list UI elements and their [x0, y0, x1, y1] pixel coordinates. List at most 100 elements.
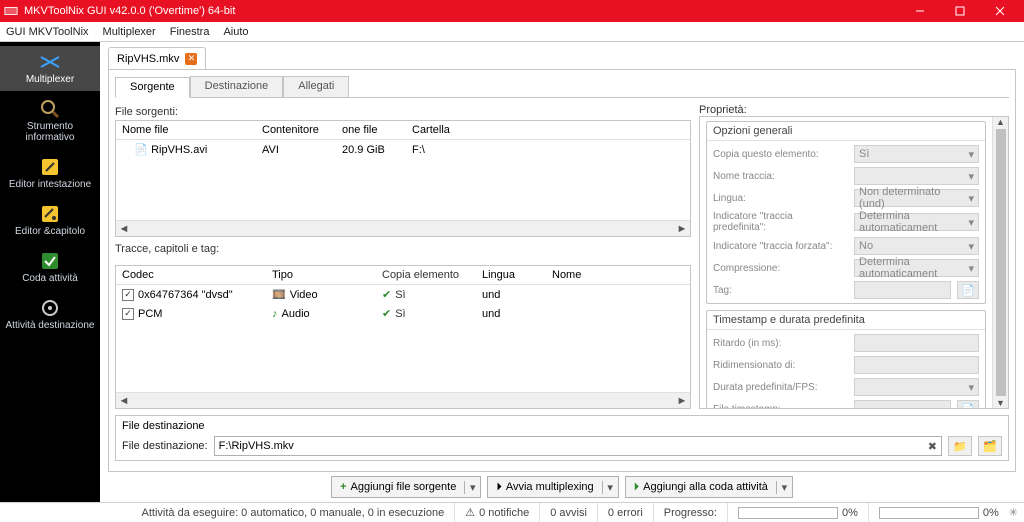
check-icon: ✔: [382, 307, 391, 320]
clear-icon[interactable]: ✖: [928, 440, 937, 453]
status-warn: 0 avvisi: [550, 507, 587, 519]
group-general: Opzioni generali: [707, 122, 985, 141]
scroll-left-icon[interactable]: ◄: [116, 395, 132, 407]
file-row[interactable]: 📄 RipVHS.avi AVI 20.9 GiB F:\: [116, 140, 690, 159]
chevron-down-icon: ▾: [968, 216, 974, 229]
folder-open-icon: 📁: [953, 440, 967, 453]
close-button[interactable]: [980, 0, 1020, 22]
chevron-down-icon: ▾: [968, 381, 974, 394]
window-titlebar: MKVToolNix GUI v42.0.0 ('Overtime') 64-b…: [0, 0, 1024, 22]
track-name-input[interactable]: ▾: [854, 167, 979, 185]
recent-destination-button[interactable]: 🗂️: [978, 436, 1002, 456]
col-lang[interactable]: Lingua: [476, 266, 546, 284]
fps-input[interactable]: ▾: [854, 378, 979, 396]
scroll-left-icon[interactable]: ◄: [116, 223, 132, 235]
chevron-down-icon: ▾: [968, 262, 974, 275]
destination-input[interactable]: F:\RipVHS.mkv ✖: [214, 436, 942, 456]
destination-label: File destinazione:: [122, 440, 208, 452]
status-err: 0 errori: [608, 507, 643, 519]
browse-destination-button[interactable]: 📁: [948, 436, 972, 456]
delay-input[interactable]: [854, 334, 979, 352]
language-select[interactable]: Non determinato (und)▾: [854, 189, 979, 207]
tracks-table[interactable]: Codec Tipo Copia elemento Lingua Nome ✓0…: [115, 265, 691, 409]
check-icon: ✔: [382, 288, 391, 301]
track-checkbox[interactable]: ✓: [122, 308, 134, 320]
sidebar-item-output[interactable]: Attività destinazione: [0, 292, 100, 337]
sidebar-item-header-editor[interactable]: Editor intestazione: [0, 151, 100, 196]
tag-input[interactable]: [854, 281, 951, 299]
track-checkbox[interactable]: ✓: [122, 289, 134, 301]
chevron-down-icon: ▾: [968, 240, 974, 253]
menu-window[interactable]: Finestra: [170, 26, 210, 38]
file-icon: 📄: [134, 143, 148, 156]
col-type[interactable]: Tipo: [266, 266, 376, 284]
scroll-thumb[interactable]: [996, 129, 1006, 396]
menu-help[interactable]: Aiuto: [223, 26, 248, 38]
warning-icon: ⚠: [465, 506, 475, 519]
job-tabstrip: RipVHS.mkv ✕: [108, 48, 1016, 70]
files-hscroll[interactable]: ◄ ►: [116, 220, 690, 236]
copy-element-select[interactable]: Sì▾: [854, 145, 979, 163]
files-table[interactable]: Nome file Contenitore one file Cartella …: [115, 120, 691, 237]
sidebar-item-chapter-editor[interactable]: Editor &capitolo: [0, 198, 100, 243]
menubar: GUI MKVToolNix Multiplexer Finestra Aiut…: [0, 22, 1024, 42]
col-trackname[interactable]: Nome: [546, 266, 690, 284]
col-codec[interactable]: Codec: [116, 266, 266, 284]
col-container[interactable]: Contenitore: [256, 121, 336, 139]
tracks-hscroll[interactable]: ◄ ►: [116, 392, 690, 408]
timestamp-file-input[interactable]: [854, 400, 951, 408]
sidebar: Multiplexer Strumento informativo Editor…: [0, 42, 100, 502]
progress-bar-1: [738, 507, 838, 519]
action-bar: +Aggiungi file sorgente ▾ ⏵Avvia multipl…: [108, 472, 1016, 502]
job-tab[interactable]: RipVHS.mkv ✕: [108, 47, 206, 69]
maximize-button[interactable]: [940, 0, 980, 22]
menu-gui[interactable]: GUI MKVToolNix: [6, 26, 89, 38]
destination-title: File destinazione: [122, 420, 1002, 432]
scroll-down-icon: ▼: [996, 398, 1005, 408]
col-onefile[interactable]: one file: [336, 121, 406, 139]
tab-attachments[interactable]: Allegati: [283, 76, 349, 97]
add-source-button[interactable]: +Aggiungi file sorgente ▾: [331, 476, 481, 498]
files-label: File sorgenti:: [115, 106, 691, 118]
spinner-icon: ✳: [1009, 506, 1018, 519]
scroll-right-icon[interactable]: ►: [674, 223, 690, 235]
video-icon: 🎞️: [272, 288, 286, 301]
add-to-queue-button[interactable]: ⏵Aggiungi alla coda attività ▾: [625, 476, 793, 498]
browse-timestamp-button[interactable]: 📄: [957, 400, 979, 408]
play-icon: ⏵: [496, 481, 502, 494]
job-tab-label: RipVHS.mkv: [117, 53, 179, 65]
scale-input[interactable]: [854, 356, 979, 374]
chevron-down-icon[interactable]: ▾: [602, 481, 618, 494]
destination-area: File destinazione File destinazione: F:\…: [115, 415, 1009, 461]
scroll-right-icon[interactable]: ►: [674, 395, 690, 407]
tab-source[interactable]: Sorgente: [115, 77, 190, 98]
checklist-icon: [2, 249, 98, 273]
chevron-down-icon[interactable]: ▾: [776, 481, 792, 494]
track-row[interactable]: ✓PCM ♪Audio ✔Sì und: [116, 304, 690, 323]
plus-icon: +: [340, 481, 346, 493]
menu-multiplexer[interactable]: Multiplexer: [103, 26, 156, 38]
col-dir[interactable]: Cartella: [406, 121, 690, 139]
minimize-button[interactable]: [900, 0, 940, 22]
default-track-select[interactable]: Determina automaticament▾: [854, 213, 979, 231]
browse-tag-button[interactable]: 📄: [957, 281, 979, 299]
chevron-down-icon[interactable]: ▾: [464, 481, 480, 494]
col-copy[interactable]: Copia elemento: [376, 266, 476, 284]
forced-track-select[interactable]: No▾: [854, 237, 979, 255]
tab-destination[interactable]: Destinazione: [190, 76, 284, 97]
close-tab-icon[interactable]: ✕: [185, 53, 197, 65]
compression-select[interactable]: Determina automaticament▾: [854, 259, 979, 277]
col-name[interactable]: Nome file: [116, 121, 256, 139]
group-timestamps: Timestamp e durata predefinita: [707, 311, 985, 330]
start-mux-button[interactable]: ⏵Avvia multiplexing ▾: [487, 476, 618, 498]
sidebar-item-multiplexer[interactable]: Multiplexer: [0, 46, 100, 91]
sidebar-item-queue[interactable]: Coda attività: [0, 245, 100, 290]
status-jobs: Attività da eseguire: 0 automatico, 0 ma…: [132, 503, 455, 522]
track-row[interactable]: ✓0x64767364 "dvsd" 🎞️Video ✔Sì und: [116, 285, 690, 304]
app-icon: [4, 4, 18, 18]
job-panel: Sorgente Destinazione Allegati File sorg…: [108, 70, 1016, 472]
chevron-down-icon: ▾: [968, 148, 974, 161]
gear-icon: [2, 296, 98, 320]
sidebar-item-info[interactable]: Strumento informativo: [0, 93, 100, 149]
properties-vscroll[interactable]: ▲ ▼: [992, 117, 1008, 408]
